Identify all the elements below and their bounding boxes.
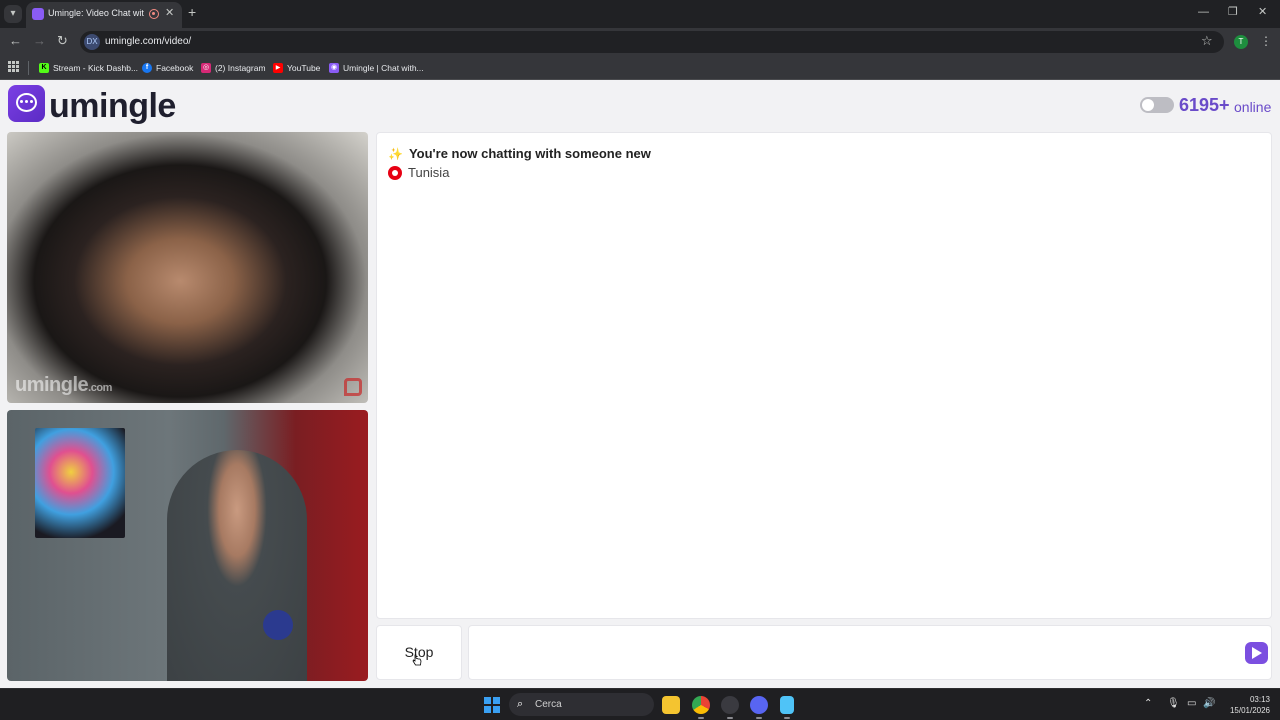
- toggle-knob: [1142, 99, 1154, 111]
- bookmark-facebook[interactable]: f Facebook: [142, 61, 193, 75]
- browser-tab-active[interactable]: Umingle: Video Chat with S ✕: [26, 2, 182, 28]
- send-icon[interactable]: [1245, 642, 1268, 664]
- minimize-icon[interactable]: —: [1198, 6, 1209, 18]
- notepad-icon[interactable]: [780, 696, 794, 714]
- self-person-image: [167, 450, 307, 681]
- system-clock[interactable]: 03:13 15/01/2026: [1222, 694, 1270, 716]
- url-text[interactable]: umingle.com/video/: [105, 36, 191, 47]
- taskbar-search-label: Cerca: [535, 699, 562, 710]
- bookmark-label: Facebook: [156, 63, 194, 73]
- bookmark-umingle[interactable]: ◉ Umingle | Chat with...: [329, 61, 424, 75]
- umingle-watermark: umingle.com: [15, 374, 112, 396]
- stop-button[interactable]: Stop: [376, 625, 462, 680]
- kick-icon: K: [39, 63, 49, 73]
- reload-icon[interactable]: ↻: [57, 33, 68, 49]
- umingle-page: umingle 6195+ online umingle.com ✨ You'r…: [0, 80, 1280, 688]
- tunisia-flag-icon: [388, 165, 402, 180]
- umingle-favicon-icon: [32, 8, 44, 20]
- tab-search-icon[interactable]: ▾: [4, 5, 22, 23]
- bookmark-star-icon[interactable]: ☆: [1201, 33, 1213, 49]
- discord-active-indicator: [756, 717, 762, 719]
- window-close-icon[interactable]: ✕: [1258, 6, 1267, 18]
- umingle-logo-icon[interactable]: [8, 85, 45, 122]
- bookmarks-divider: [28, 61, 29, 75]
- windows-taskbar: ⌕ Cerca ⌃ 🎙 ▭ 🔊 03:13 15/01/2026: [0, 688, 1280, 720]
- clock-time: 03:13: [1249, 695, 1270, 704]
- recording-indicator-icon: [149, 9, 159, 19]
- wall-art-image: [35, 428, 125, 538]
- forward-arrow-icon[interactable]: →: [33, 33, 46, 49]
- obs-icon[interactable]: [721, 696, 739, 714]
- chat-status-line: ✨ You're now chatting with someone new: [388, 146, 651, 161]
- online-label: online: [1234, 99, 1272, 115]
- bookmark-label: Umingle | Chat with...: [343, 63, 424, 73]
- youtube-icon: ▶: [273, 63, 283, 73]
- hand-cursor-icon: [412, 654, 422, 666]
- network-icon[interactable]: ▭: [1187, 698, 1196, 710]
- new-tab-icon[interactable]: +: [188, 5, 196, 19]
- theme-toggle[interactable]: [1140, 97, 1174, 113]
- chat-country-text: Tunisia: [408, 165, 450, 180]
- bookmark-instagram[interactable]: ◎ (2) Instagram: [201, 61, 266, 75]
- bookmark-label: (2) Instagram: [215, 63, 266, 73]
- self-video: [7, 410, 368, 681]
- message-input[interactable]: [468, 625, 1272, 680]
- windows-start-icon[interactable]: [484, 697, 500, 713]
- facebook-icon: f: [142, 63, 152, 73]
- chat-log: ✨ You're now chatting with someone new T…: [376, 132, 1272, 619]
- address-bar[interactable]: DX umingle.com/video/ ☆: [80, 31, 1224, 53]
- clock-date: 15/01/2026: [1229, 706, 1270, 715]
- chrome-active-indicator: [698, 717, 704, 719]
- obs-active-indicator: [727, 717, 733, 719]
- stranger-video: umingle.com: [7, 132, 368, 403]
- sparkles-icon: ✨: [388, 146, 403, 161]
- tab-title: Umingle: Video Chat with S: [48, 8, 144, 18]
- chat-status-text: You're now chatting with someone new: [408, 146, 651, 161]
- browser-tab-strip: ▾ Umingle: Video Chat with S ✕ + — ❐ ✕: [0, 0, 1280, 28]
- browser-menu-icon[interactable]: ⋮: [1260, 34, 1272, 48]
- chat-country-line: Tunisia: [388, 165, 449, 180]
- site-info-icon[interactable]: DX: [84, 34, 100, 50]
- microphone-image: [263, 610, 293, 640]
- bookmarks-bar: K Stream - Kick Dashb... f Facebook ◎ (2…: [0, 56, 1280, 80]
- volume-icon[interactable]: 🔊: [1203, 698, 1215, 710]
- logo-text[interactable]: umingle: [49, 84, 176, 128]
- instagram-icon: ◎: [201, 63, 211, 73]
- taskbar-search[interactable]: ⌕ Cerca: [509, 693, 654, 716]
- bookmark-kick[interactable]: K Stream - Kick Dashb...: [39, 61, 138, 75]
- browser-toolbar: ← → ↻ DX umingle.com/video/ ☆ T ⋮: [0, 28, 1280, 56]
- restore-icon[interactable]: ❐: [1228, 6, 1238, 18]
- notepad-active-indicator: [784, 717, 790, 719]
- bookmark-youtube[interactable]: ▶ YouTube: [273, 61, 320, 75]
- back-arrow-icon[interactable]: ←: [9, 33, 22, 49]
- microphone-icon[interactable]: 🎙: [1167, 698, 1180, 710]
- profile-avatar[interactable]: T: [1234, 35, 1248, 49]
- chrome-icon[interactable]: [692, 696, 710, 714]
- bookmark-label: YouTube: [287, 63, 321, 73]
- online-count: 6195+: [1179, 95, 1230, 115]
- file-explorer-icon[interactable]: [662, 696, 680, 714]
- umingle-icon: ◉: [329, 63, 339, 73]
- report-flag-icon[interactable]: [344, 378, 362, 396]
- apps-grid-icon[interactable]: [8, 61, 19, 72]
- tray-overflow-icon[interactable]: ⌃: [1144, 698, 1152, 710]
- search-icon: ⌕: [517, 698, 524, 710]
- discord-icon[interactable]: [750, 696, 768, 714]
- bookmark-label: Stream - Kick Dashb...: [53, 63, 139, 73]
- tab-close-icon[interactable]: ✕: [165, 6, 174, 20]
